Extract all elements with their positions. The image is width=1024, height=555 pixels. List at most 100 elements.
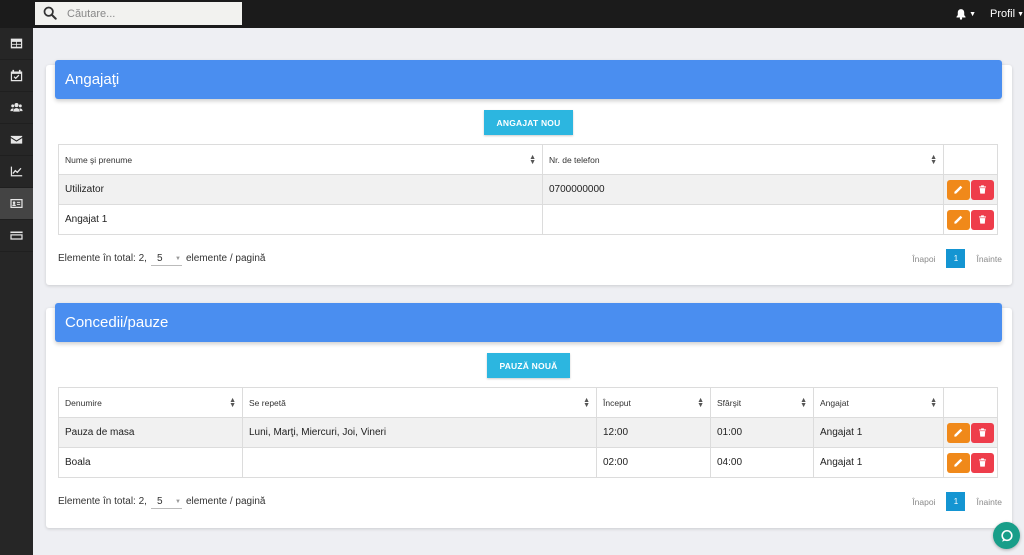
cell-end: 04:00 — [710, 447, 814, 478]
sort-icon: ▲ ▼ — [583, 397, 590, 409]
pencil-icon — [954, 458, 963, 467]
envelope-icon — [10, 135, 23, 144]
sidebar — [0, 28, 33, 555]
sidebar-item-dashboard[interactable] — [0, 28, 33, 60]
per-page-suffix: elemente / pagină — [185, 496, 266, 507]
table-header-row: Nume şi prenume ▲ ▼ Nr. de telefon ▲ ▼ — [58, 144, 998, 175]
table-row: Boala 02:00 04:00 Angajat 1 — [58, 447, 998, 478]
credit-card-icon — [10, 231, 23, 240]
cell-employee: Angajat 1 — [813, 447, 944, 478]
edit-button[interactable] — [947, 209, 970, 230]
calendar-check-icon — [10, 69, 23, 82]
edit-button[interactable] — [947, 452, 970, 473]
cell-end: 01:00 — [710, 417, 814, 448]
id-card-icon — [10, 199, 23, 208]
pagination: Înapoi 1 Înainte — [912, 492, 1002, 511]
column-header-employee[interactable]: Angajat ▲ ▼ — [813, 387, 944, 418]
pencil-icon — [954, 185, 963, 194]
panel-title: Angajaţi — [65, 71, 120, 88]
per-page-select[interactable]: 5 ▼ — [150, 251, 182, 266]
delete-button[interactable] — [971, 452, 994, 473]
column-header-name[interactable]: Denumire ▲ ▼ — [58, 387, 243, 418]
table-header-row: Denumire ▲ ▼ Se repetă ▲ ▼ Început ▲ ▼ Sfâr… — [58, 387, 998, 418]
column-header-phone[interactable]: Nr. de telefon ▲ ▼ — [542, 144, 944, 175]
chat-bubble-icon — [1000, 529, 1013, 542]
sort-icon: ▲ ▼ — [229, 397, 236, 409]
table-icon — [10, 38, 23, 49]
profile-label: Profil — [990, 8, 1016, 20]
chart-line-icon — [10, 166, 23, 177]
per-page-select[interactable]: 5 ▼ — [150, 494, 182, 509]
total-label: Elemente în total: 2, — [58, 253, 147, 264]
sort-icon: ▲ ▼ — [529, 154, 536, 166]
leaves-table: Denumire ▲ ▼ Se repetă ▲ ▼ Început ▲ ▼ Sfâr… — [58, 387, 998, 478]
sidebar-item-reports[interactable] — [0, 156, 33, 188]
sort-icon: ▲ ▼ — [697, 397, 704, 409]
column-header-repeat[interactable]: Se repetă ▲ ▼ — [242, 387, 597, 418]
cell-name: Boala — [58, 447, 243, 478]
sidebar-item-employees[interactable] — [0, 92, 33, 124]
leaves-panel-header: Concedii/pauze — [55, 303, 1002, 342]
sidebar-item-payments[interactable] — [0, 220, 33, 252]
trash-icon — [979, 215, 986, 224]
delete-button[interactable] — [971, 422, 994, 443]
sort-icon: ▲ ▼ — [930, 397, 937, 409]
search-icon — [43, 6, 57, 20]
cell-phone — [542, 204, 944, 235]
trash-icon — [979, 185, 986, 194]
cell-repeat — [242, 447, 597, 478]
page-number[interactable]: 1 — [946, 249, 966, 268]
chat-button[interactable] — [993, 522, 1020, 549]
profile-menu[interactable]: Profil ▼ — [990, 8, 1024, 20]
bell-icon — [956, 9, 966, 20]
column-header-actions — [943, 387, 998, 418]
sidebar-item-staff[interactable] — [0, 188, 33, 220]
edit-button[interactable] — [947, 422, 970, 443]
cell-start: 02:00 — [596, 447, 711, 478]
employees-panel: Angajaţi Angajat nou Nume şi prenume ▲ ▼ … — [46, 60, 1012, 285]
sort-icon: ▲ ▼ — [800, 397, 807, 409]
leaves-panel: Concedii/pauze Pauză nouă Denumire ▲ ▼ Se… — [46, 303, 1012, 528]
cell-actions — [943, 417, 998, 448]
column-header-end[interactable]: Sfârşit ▲ ▼ — [710, 387, 814, 418]
total-label: Elemente în total: 2, — [58, 496, 147, 507]
prev-page-link[interactable]: Înapoi — [912, 497, 935, 507]
employees-panel-header: Angajaţi — [55, 60, 1002, 99]
table-footer: Elemente în total: 2, 5 ▼ elemente / pag… — [58, 494, 265, 509]
prev-page-link[interactable]: Înapoi — [912, 254, 935, 264]
dropdown-icon: ▼ — [175, 499, 181, 505]
pagination: Înapoi 1 Înainte — [912, 249, 1002, 268]
column-header-start[interactable]: Început ▲ ▼ — [596, 387, 711, 418]
cell-actions — [943, 447, 998, 478]
cell-employee: Angajat 1 — [813, 417, 944, 448]
new-employee-button[interactable]: Angajat nou — [484, 110, 573, 135]
pencil-icon — [954, 215, 963, 224]
notifications-button[interactable]: ▼ — [955, 8, 976, 20]
sidebar-item-appointments[interactable] — [0, 60, 33, 92]
delete-button[interactable] — [971, 179, 994, 200]
trash-icon — [979, 458, 986, 467]
chevron-down-icon: ▼ — [969, 10, 976, 18]
cell-name: Utilizator — [58, 174, 543, 205]
table-row: Pauza de masa Luni, Marţi, Miercuri, Joi… — [58, 417, 998, 448]
cell-name: Angajat 1 — [58, 204, 543, 235]
per-page-suffix: elemente / pagină — [185, 253, 266, 264]
users-icon — [10, 103, 23, 112]
column-header-actions — [943, 144, 998, 175]
search-box[interactable] — [35, 2, 242, 25]
table-footer: Elemente în total: 2, 5 ▼ elemente / pag… — [58, 251, 265, 266]
table-row: Utilizator 0700000000 — [58, 174, 998, 205]
next-page-link[interactable]: Înainte — [976, 254, 1002, 264]
chevron-down-icon: ▼ — [1017, 10, 1024, 18]
column-header-name[interactable]: Nume şi prenume ▲ ▼ — [58, 144, 543, 175]
next-page-link[interactable]: Înainte — [976, 497, 1002, 507]
cell-phone: 0700000000 — [542, 174, 944, 205]
new-break-button[interactable]: Pauză nouă — [487, 353, 570, 378]
table-row: Angajat 1 — [58, 204, 998, 235]
panel-title: Concedii/pauze — [65, 314, 169, 331]
page-number[interactable]: 1 — [946, 492, 966, 511]
search-input[interactable] — [35, 2, 242, 25]
delete-button[interactable] — [971, 209, 994, 230]
sidebar-item-messages[interactable] — [0, 124, 33, 156]
edit-button[interactable] — [947, 179, 970, 200]
